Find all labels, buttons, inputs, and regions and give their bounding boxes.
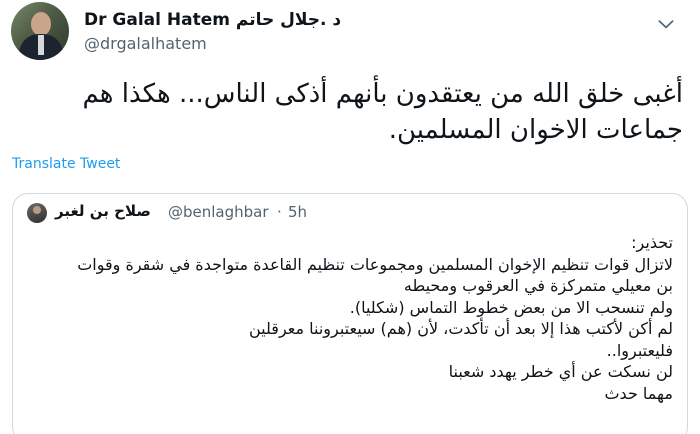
quoted-author-name: صلاح بن لغبر — [55, 202, 151, 220]
author-handle[interactable]: @drgalalhatem — [84, 34, 207, 53]
quoted-avatar-face — [33, 206, 41, 214]
tweet-text-line: جماعات الاخوان المسلمين. — [388, 115, 683, 145]
chevron-down-icon[interactable] — [656, 14, 676, 34]
quoted-author-handle: @benlaghbar — [168, 203, 269, 221]
tweet-text-line: أغبى خلق الله من يعتقدون بأنهم أذكى النا… — [82, 79, 683, 109]
quoted-author-avatar — [27, 203, 47, 223]
time-separator: · — [277, 203, 282, 221]
author-avatar[interactable] — [11, 2, 69, 60]
author-display-name[interactable]: Dr Galal Hatem د .جلال حاتم — [84, 10, 341, 30]
avatar-tie — [38, 35, 44, 55]
quoted-body-line: لن نسكت عن أي خطر يهدد شعبنا — [448, 362, 673, 381]
quoted-body-line: لاتزال قوات تنظيم الإخوان المسلمين ومجمو… — [77, 254, 673, 274]
translate-tweet-link[interactable]: Translate Tweet — [12, 156, 120, 172]
quoted-body-line: فليعتبروا.. — [606, 340, 673, 360]
tweet-text: أغبى خلق الله من يعتقدون بأنهم أذكى النا… — [23, 76, 683, 148]
quoted-body-line: بن معيلي متمركزة في العرقوب ومحيطه — [403, 276, 673, 295]
quoted-tweet-time: 5h — [288, 203, 308, 221]
quoted-tweet-body: تحذير: لاتزال قوات تنظيم الإخوان المسلمي… — [23, 232, 673, 404]
quoted-tweet-card[interactable]: صلاح بن لغبر @benlaghbar · 5h تحذير: لات… — [12, 193, 688, 434]
quoted-body-line: تحذير: — [631, 233, 673, 252]
quoted-body-line: مهما حدث — [604, 383, 673, 403]
quoted-body-line: ولم تنسحب الا من بعض خطوط التماس (شكليا)… — [349, 297, 673, 317]
avatar-face — [31, 12, 51, 36]
quoted-body-line: لم أكن لأكتب هذا إلا بعد أن تأكدت، لأن (… — [248, 319, 673, 338]
